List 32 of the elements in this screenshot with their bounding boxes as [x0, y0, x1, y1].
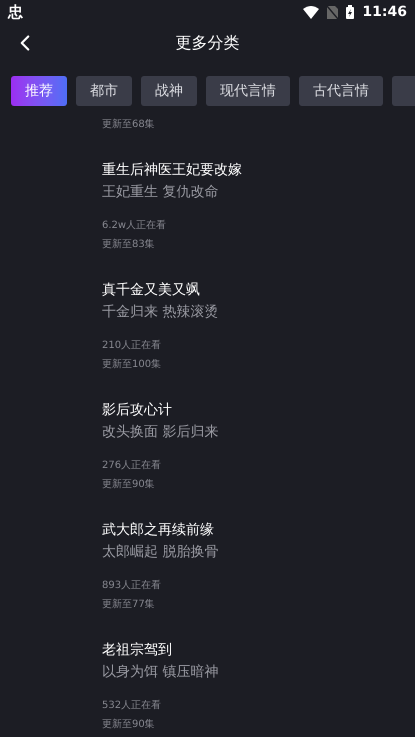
viewer-count: 6.2w人正在看 [102, 219, 168, 233]
drama-title[interactable]: 重生后神医王妃要改嫁 [102, 160, 415, 180]
category-tab[interactable]: 战神 [141, 76, 197, 106]
viewer-count: 210人正在看 [102, 339, 162, 353]
drama-tags: 太郎崛起 脱胎换骨 [102, 542, 415, 562]
episode-update: 更新至90集 [102, 478, 156, 492]
category-tab[interactable]: 现代言情 [206, 76, 290, 106]
category-tab[interactable]: 推荐 [11, 76, 67, 106]
drama-title[interactable]: 真千金又美又飒 [102, 280, 415, 300]
viewer-count: 532人正在看 [102, 699, 162, 713]
notification-glyph: 忠 [8, 2, 23, 23]
drama-title[interactable]: 老祖宗驾到 [102, 640, 415, 660]
category-tab[interactable]: 都市 [76, 76, 132, 106]
battery-icon [346, 5, 354, 19]
wifi-icon [303, 6, 320, 18]
drama-title[interactable]: 影后攻心计 [102, 400, 415, 420]
episode-update: 更新至100集 [102, 358, 162, 372]
drama-tags: 王妃重生 复仇改命 [102, 182, 415, 202]
no-sim-icon [327, 6, 338, 18]
viewer-count: 893人正在看 [102, 579, 162, 593]
drama-title[interactable]: 武大郎之再续前缘 [102, 520, 415, 540]
episode-update: 更新至77集 [102, 598, 156, 612]
category-tab[interactable]: 古代言情 [299, 76, 383, 106]
page-title: 更多分类 [176, 32, 240, 54]
drama-tags: 改头换面 影后归来 [102, 422, 415, 442]
status-time: 11:46 [362, 2, 407, 22]
episode-update: 更新至90集 [102, 718, 156, 732]
episode-update: 更新至68集 [102, 118, 156, 132]
viewer-count: 276人正在看 [102, 459, 162, 473]
drama-tags: 以身为饵 镇压暗神 [102, 662, 415, 682]
episode-update: 更新至83集 [102, 238, 156, 252]
drama-tags: 千金归来 热辣滚烫 [102, 302, 415, 322]
